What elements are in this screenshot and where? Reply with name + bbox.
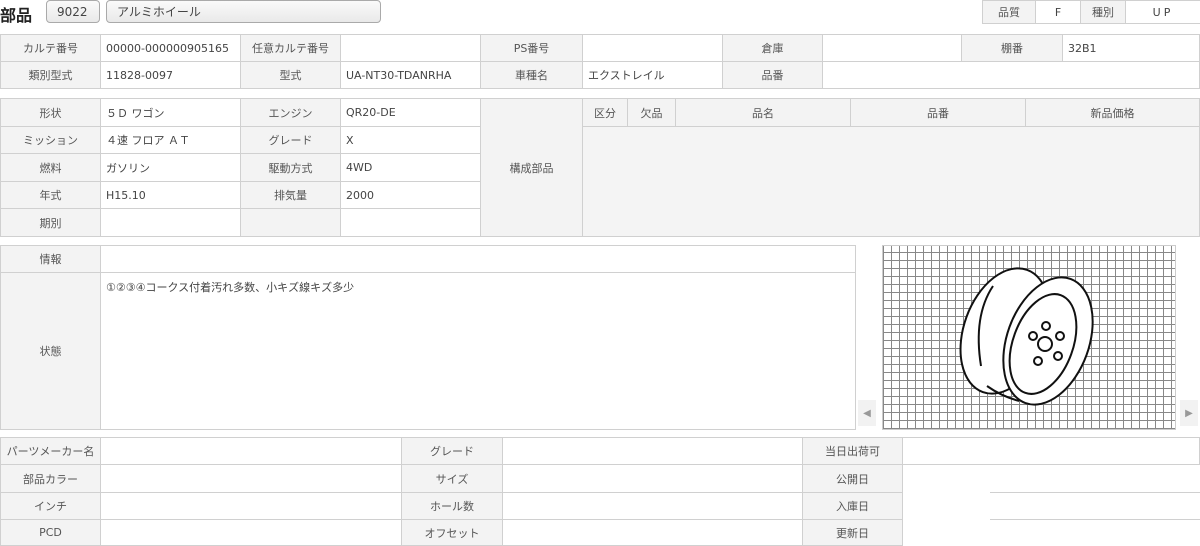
- part-code-button[interactable]: 9022: [46, 0, 100, 23]
- public-label: 公開日: [802, 464, 903, 493]
- holes-label: ホール数: [401, 492, 503, 520]
- car-value: エクストレイル: [582, 61, 723, 89]
- shelf-label: 棚番: [961, 34, 1063, 62]
- shape-value: ５Ｄ ワゴン: [100, 98, 241, 127]
- karte-no-value: 00000-000000905165: [100, 34, 241, 62]
- partno-label: 品番: [722, 61, 823, 89]
- warehouse-value: [822, 34, 962, 62]
- opt-karte-label: 任意カルテ番号: [240, 34, 341, 62]
- col-name: 品名: [675, 98, 851, 127]
- offset-value: [502, 519, 803, 546]
- info-label: 情報: [0, 245, 101, 273]
- col-new-price: 新品価格: [1025, 98, 1200, 127]
- bottom-grade-value: [502, 437, 803, 465]
- mission-value: ４速 フロア ＡＴ: [100, 126, 241, 154]
- karte-no-label: カルテ番号: [0, 34, 101, 62]
- updated-value: [990, 519, 1200, 546]
- col-partno: 品番: [850, 98, 1026, 127]
- public-value: [990, 464, 1200, 493]
- state-value: ①②③④コークス付着汚れ多数、小キズ線キズ多少: [100, 272, 856, 430]
- warehouse-label: 倉庫: [722, 34, 823, 62]
- maker-value: [100, 437, 402, 465]
- ps-value: [582, 34, 723, 62]
- wheel-diagram-icon: [959, 267, 1094, 406]
- year-label: 年式: [0, 181, 101, 209]
- holes-value: [502, 492, 803, 520]
- type-value: UP: [1125, 0, 1200, 24]
- ps-label: PS番号: [480, 34, 583, 62]
- color-label: 部品カラー: [0, 464, 101, 493]
- offset-label: オフセット: [401, 519, 503, 546]
- image-prev-button[interactable]: ◀: [858, 400, 876, 426]
- updated-label: 更新日: [802, 519, 903, 546]
- mission-label: ミッション: [0, 126, 101, 154]
- displacement-label: 排気量: [240, 181, 341, 209]
- partno-value: [822, 61, 1200, 89]
- fuel-value: ガソリン: [100, 153, 241, 182]
- period-empty-label: [240, 208, 341, 237]
- year-value: H15.10: [100, 181, 241, 209]
- drive-value: 4WD: [340, 153, 481, 182]
- image-next-button[interactable]: ▶: [1180, 400, 1198, 426]
- maker-label: パーツメーカー名: [0, 437, 101, 465]
- opt-karte-value: [340, 34, 481, 62]
- quality-value: F: [1035, 0, 1081, 24]
- part-name-button[interactable]: アルミホイール: [106, 0, 381, 23]
- engine-label: エンジン: [240, 98, 341, 127]
- displacement-value: 2000: [340, 181, 481, 209]
- engine-value: QR20-DE: [340, 98, 481, 127]
- model-label: 型式: [240, 61, 341, 89]
- fuel-label: 燃料: [0, 153, 101, 182]
- grade-value: X: [340, 126, 481, 154]
- page-title: 部品: [0, 6, 33, 25]
- components-table-body: [582, 126, 1200, 237]
- inch-value: [100, 492, 402, 520]
- bottom-grade-label: グレード: [401, 437, 503, 465]
- size-value: [502, 464, 803, 493]
- type-label: 種別: [1080, 0, 1126, 24]
- period-value: [100, 208, 241, 237]
- class-model-label: 類別型式: [0, 61, 101, 89]
- class-model-value: 11828-0097: [100, 61, 241, 89]
- pcd-label: PCD: [0, 519, 101, 546]
- car-label: 車種名: [480, 61, 583, 89]
- sameday-label: 当日出荷可: [802, 437, 903, 465]
- grade-label: グレード: [240, 126, 341, 154]
- pcd-value: [100, 519, 402, 546]
- quality-label: 品質: [982, 0, 1036, 24]
- stock-value: [990, 492, 1200, 520]
- model-value: UA-NT30-TDANRHA: [340, 61, 481, 89]
- period-empty-value: [340, 208, 481, 237]
- components-label: 構成部品: [480, 98, 583, 237]
- col-kubun: 区分: [582, 98, 628, 127]
- inch-label: インチ: [0, 492, 101, 520]
- size-label: サイズ: [401, 464, 503, 493]
- drive-label: 駆動方式: [240, 153, 341, 182]
- state-label: 状態: [0, 272, 101, 430]
- color-value: [100, 464, 402, 493]
- stock-label: 入庫日: [802, 492, 903, 520]
- period-label: 期別: [0, 208, 101, 237]
- shelf-value: 32B1: [1062, 34, 1200, 62]
- shape-label: 形状: [0, 98, 101, 127]
- sameday-value: [902, 437, 1200, 465]
- col-missing: 欠品: [627, 98, 676, 127]
- part-image: [882, 245, 1176, 430]
- info-value: [100, 245, 856, 273]
